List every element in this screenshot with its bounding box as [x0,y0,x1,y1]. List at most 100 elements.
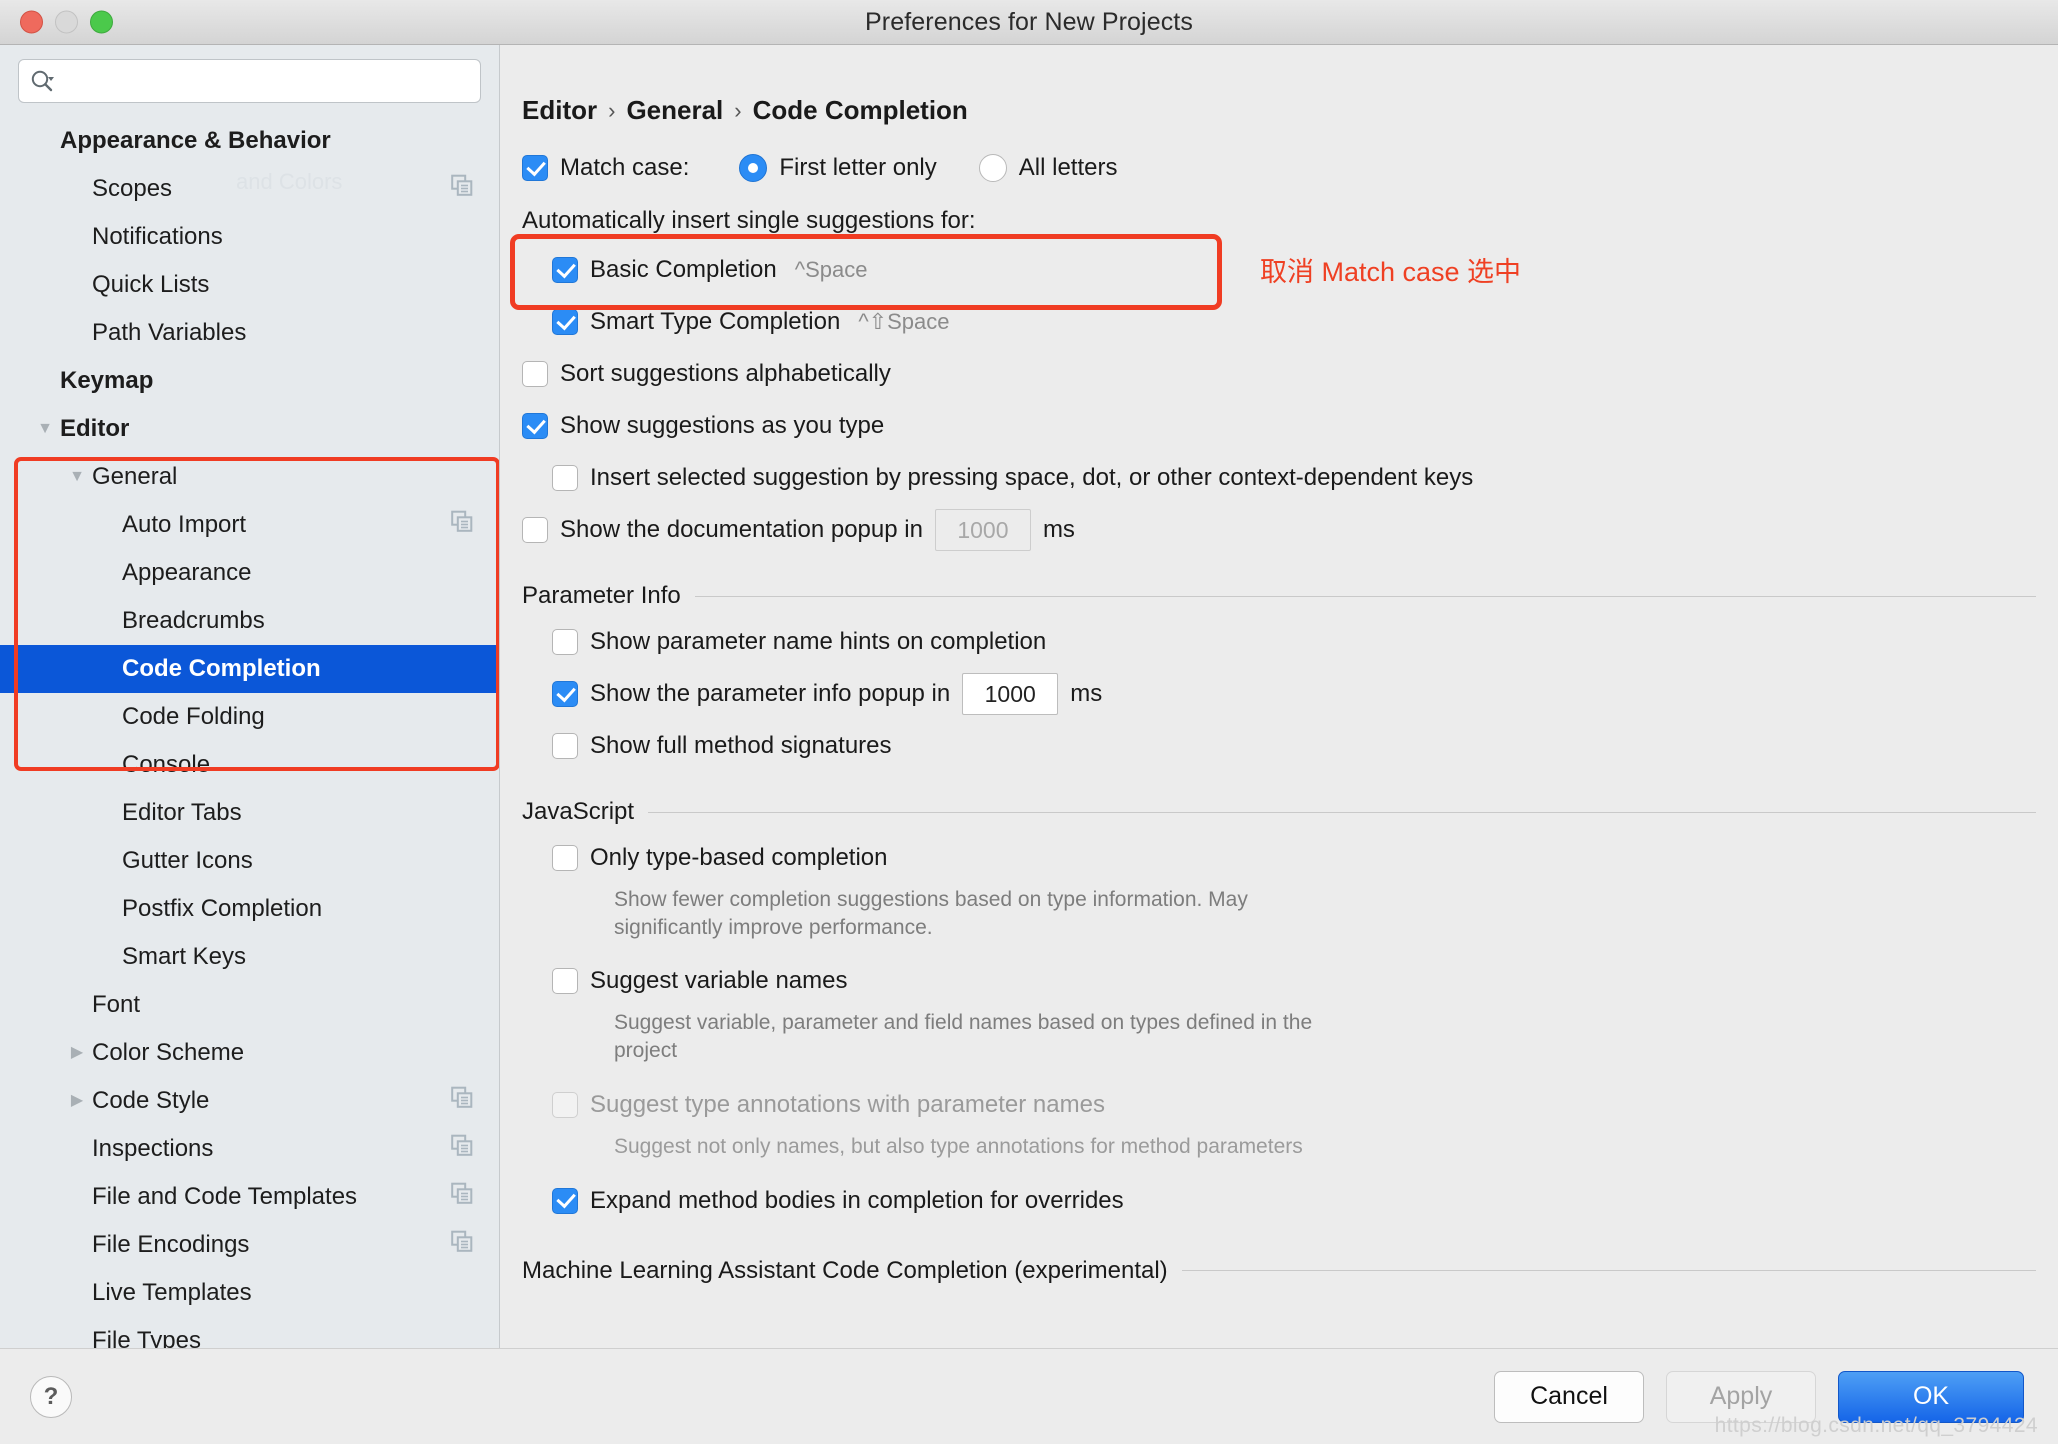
copy-icon[interactable] [451,174,473,204]
breadcrumb-general[interactable]: General [626,95,723,126]
copy-icon[interactable] [451,1086,473,1116]
sidebar-item-label: File Encodings [92,1231,250,1258]
param-info-popup-label: Show the parameter info popup in [590,680,951,707]
sidebar-item-label: Font [92,991,141,1018]
apply-button[interactable]: Apply [1666,1370,1816,1423]
search-box[interactable] [18,59,481,103]
param-info-popup-delay-input[interactable] [962,673,1059,715]
sidebar-item-label: Live Templates [92,1279,252,1306]
only-type-based-row: Only type-based completion [522,832,2036,884]
documentation-popup-row: Show the documentation popup in ms [522,504,2036,556]
breadcrumb-editor[interactable]: Editor [522,95,597,126]
only-type-based-checkbox[interactable] [552,845,578,871]
show-suggestions-as-you-type-checkbox[interactable] [522,413,548,439]
chevron-right-icon[interactable]: ▶ [62,1093,92,1109]
javascript-section-header: JavaScript [522,798,2036,826]
insert-selected-suggestion-checkbox[interactable] [552,465,578,491]
chevron-right-icon[interactable]: ▶ [62,1045,92,1061]
sidebar-item-appearance-behavior[interactable]: Appearance & Behavior [0,117,499,165]
copy-icon[interactable] [451,1134,473,1164]
sidebar-item-label: Editor [60,415,130,442]
sidebar-item-auto-import[interactable]: Auto Import [0,501,499,549]
sidebar-item-label: Code Completion [122,655,321,682]
sidebar-item-code-completion[interactable]: Code Completion [0,645,499,693]
close-button[interactable] [20,10,43,34]
expand-method-bodies-checkbox[interactable] [552,1187,578,1214]
search-input[interactable] [61,69,470,93]
auto-insert-header: Automatically insert single suggestions … [522,207,976,234]
param-name-hints-checkbox[interactable] [552,629,578,655]
sidebar-item-editor[interactable]: ▼ Editor [0,405,499,453]
settings-main-panel: Editor › General › Code Completion Match… [500,45,2058,1348]
sidebar-item-label: Postfix Completion [122,895,323,922]
sidebar-item-general[interactable]: ▼ General [0,453,499,501]
chevron-down-icon[interactable]: ▼ [30,421,60,437]
sidebar-item-inspections[interactable]: Inspections [0,1125,499,1173]
ml-section-header: Machine Learning Assistant Code Completi… [522,1257,2036,1285]
sidebar-item-color-scheme[interactable]: ▶ Color Scheme [0,1029,499,1077]
breadcrumb-separator-2: › [734,97,742,123]
sort-alphabetically-checkbox[interactable] [522,361,548,387]
sidebar-item-scopes[interactable]: Scopes [0,165,499,213]
smart-type-completion-checkbox[interactable] [552,309,578,335]
documentation-popup-delay-input[interactable] [934,509,1031,551]
smart-type-completion-label: Smart Type Completion [590,308,841,335]
copy-icon[interactable] [451,1230,473,1260]
sidebar-item-appearance[interactable]: Appearance [0,549,499,597]
settings-tree[interactable]: Appearance & Behavior Scopes Notifications… [0,111,499,1348]
ok-button[interactable]: OK [1838,1370,2024,1423]
documentation-popup-unit: ms [1042,516,1075,543]
show-suggestions-as-you-type-label: Show suggestions as you type [560,412,885,439]
sidebar-item-font[interactable]: Font [0,981,499,1029]
suggest-variable-names-checkbox[interactable] [552,968,578,995]
param-name-hints-row: Show parameter name hints on completion [522,616,2036,668]
sidebar-item-keymap[interactable]: Keymap [0,357,499,405]
suggest-type-annotations-checkbox[interactable] [552,1091,578,1118]
sidebar-item-file-and-code-templates[interactable]: File and Code Templates [0,1173,499,1221]
sidebar-item-notifications[interactable]: Notifications [0,213,499,261]
zoom-button[interactable] [90,10,113,34]
smart-type-completion-shortcut: ^⇧Space [858,309,950,334]
basic-completion-checkbox[interactable] [552,257,578,283]
full-method-signatures-checkbox[interactable] [552,733,578,759]
smart-type-completion-row: Smart Type Completion ^⇧Space [522,296,2036,348]
sidebar-item-live-templates[interactable]: Live Templates [0,1269,499,1317]
first-letter-only-radio[interactable] [739,154,768,182]
match-case-row: Match case: First letter only All letter… [522,138,2036,198]
sidebar-item-file-encodings[interactable]: File Encodings [0,1221,499,1269]
suggest-type-annotations-description: Suggest not only names, but also type an… [614,1134,1303,1158]
window-body: Appearance & Behavior Scopes Notifications… [0,45,2058,1348]
insert-selected-suggestion-row: Insert selected suggestion by pressing s… [522,452,2036,504]
sidebar-item-code-style[interactable]: ▶ Code Style [0,1077,499,1125]
basic-completion-shortcut: ^Space [794,257,868,282]
sidebar-item-label: Editor Tabs [122,799,242,826]
sidebar-item-quick-lists[interactable]: Quick Lists [0,261,499,309]
breadcrumb-separator-1: › [608,97,616,123]
sidebar-item-file-types[interactable]: File Types [0,1317,499,1348]
cancel-button[interactable]: Cancel [1494,1370,1644,1423]
sidebar-item-postfix-completion[interactable]: Postfix Completion [0,885,499,933]
sidebar-item-gutter-icons[interactable]: Gutter Icons [0,837,499,885]
sidebar-item-code-folding[interactable]: Code Folding [0,693,499,741]
sidebar-item-smart-keys[interactable]: Smart Keys [0,933,499,981]
sidebar-item-label: Code Folding [122,703,265,730]
sidebar-item-breadcrumbs[interactable]: Breadcrumbs [0,597,499,645]
sidebar-item-path-variables[interactable]: Path Variables [0,309,499,357]
copy-icon[interactable] [451,510,473,540]
documentation-popup-checkbox[interactable] [522,517,548,543]
param-info-popup-checkbox[interactable] [552,681,578,707]
parameter-info-title: Parameter Info [522,582,681,609]
sidebar-item-console[interactable]: Console [0,741,499,789]
annotation-text: 取消 Match case 选中 [1260,257,1522,287]
all-letters-radio[interactable] [978,154,1007,182]
sidebar-item-label: Code Style [92,1087,210,1114]
title-bar: Preferences for New Projects [0,0,2058,45]
window-title: Preferences for New Projects [865,7,1193,36]
copy-icon[interactable] [451,1182,473,1212]
minimize-button[interactable] [55,10,78,34]
chevron-down-icon[interactable]: ▼ [62,469,92,485]
parameter-info-section-header: Parameter Info [522,582,2036,610]
help-icon[interactable]: ? [30,1375,72,1418]
match-case-checkbox[interactable] [522,155,548,181]
sidebar-item-editor-tabs[interactable]: Editor Tabs [0,789,499,837]
